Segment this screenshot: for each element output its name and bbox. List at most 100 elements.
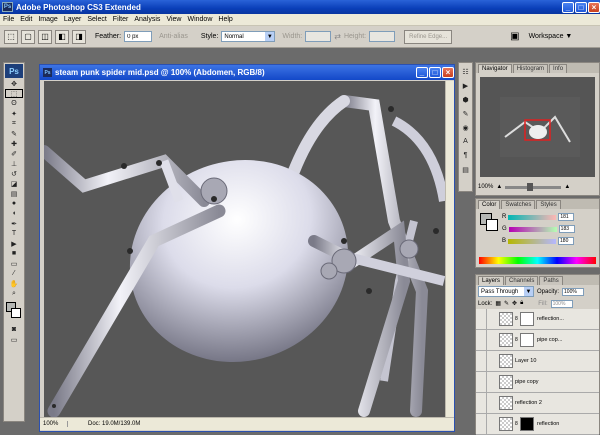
notes-tool-icon[interactable]: ▭ <box>5 259 23 268</box>
menu-help[interactable]: Help <box>215 16 235 23</box>
brush-tool-icon[interactable]: ✐ <box>5 149 23 158</box>
vertical-scrollbar[interactable] <box>445 81 454 417</box>
zoom-out-icon[interactable]: ▲ <box>496 184 502 190</box>
marquee-tool-preset-button[interactable]: ⬚ <box>4 29 18 44</box>
lock-position-icon[interactable]: ✥ <box>512 300 517 307</box>
layer-mask-thumbnail[interactable] <box>520 417 534 431</box>
move-tool-icon[interactable]: ✥ <box>5 79 23 88</box>
layer-row[interactable]: pipe copy <box>476 371 599 393</box>
layer-row[interactable]: reflection 2 <box>476 392 599 414</box>
g-value[interactable]: 183 <box>558 225 575 233</box>
antialias-checkbox[interactable]: Anti-alias <box>159 33 188 40</box>
menu-edit[interactable]: Edit <box>17 16 35 23</box>
layer-mask-thumbnail[interactable] <box>520 312 534 326</box>
paragraph-panel-icon[interactable]: ¶ <box>460 150 471 161</box>
color-swatches[interactable] <box>4 302 24 324</box>
r-value[interactable]: 181 <box>558 213 575 221</box>
marquee-tool-icon[interactable]: ⬚ <box>5 89 23 98</box>
app-title-bar[interactable]: Ps Adobe Photoshop CS3 Extended _ □ × <box>0 0 600 14</box>
new-selection-icon[interactable]: ▢ <box>21 29 35 44</box>
minimize-button[interactable]: _ <box>562 1 574 13</box>
workspace-button[interactable]: Workspace ▼ <box>529 33 573 40</box>
maximize-button[interactable]: □ <box>575 1 587 13</box>
layer-name[interactable]: pipe copy <box>515 379 539 385</box>
magic-wand-tool-icon[interactable]: ✦ <box>5 109 23 118</box>
layer-row[interactable]: 8 reflection... <box>476 309 599 330</box>
tab-navigator[interactable]: Navigator <box>478 64 512 73</box>
type-tool-icon[interactable]: T <box>5 229 23 238</box>
menu-file[interactable]: File <box>0 16 17 23</box>
document-canvas[interactable] <box>44 81 445 417</box>
navigator-zoom-slider[interactable] <box>505 182 562 191</box>
layer-comps-icon[interactable]: ▤ <box>460 164 471 175</box>
layer-visibility-icon[interactable] <box>476 329 487 351</box>
slice-tool-icon[interactable]: ✎ <box>5 129 23 138</box>
background-color-swatch[interactable] <box>11 308 21 318</box>
color-spectrum-ramp[interactable] <box>479 257 596 264</box>
r-slider[interactable] <box>508 214 557 220</box>
screen-mode-icon[interactable]: ▭ <box>5 335 23 344</box>
doc-minimize-button[interactable]: _ <box>416 67 428 78</box>
clone-stamp-tool-icon[interactable]: ⊥ <box>5 159 23 168</box>
b-slider[interactable] <box>508 238 557 244</box>
navigator-zoom-value[interactable]: 100% <box>478 184 493 190</box>
tab-color[interactable]: Color <box>478 200 501 209</box>
layer-name[interactable]: pipe cop... <box>537 337 562 343</box>
menu-select[interactable]: Select <box>84 16 109 23</box>
tab-styles[interactable]: Styles <box>536 200 561 209</box>
zoom-tool-icon[interactable]: ⌕ <box>5 289 23 298</box>
zoom-in-icon[interactable]: ▲ <box>564 184 570 190</box>
doc-maximize-button[interactable]: □ <box>429 67 441 78</box>
menu-filter[interactable]: Filter <box>110 16 132 23</box>
feather-input[interactable] <box>124 31 153 42</box>
layer-name[interactable]: Layer 10 <box>515 358 536 364</box>
opacity-input[interactable]: 100% <box>562 287 585 296</box>
layer-visibility-icon[interactable] <box>476 309 487 330</box>
gradient-tool-icon[interactable]: ▤ <box>5 189 23 198</box>
navigator-preview[interactable] <box>480 77 595 177</box>
history-panel-icon[interactable]: ☷ <box>460 66 471 77</box>
layer-row[interactable]: 8 pipe cop... <box>476 329 599 351</box>
tool-presets-icon[interactable]: ⬢ <box>460 94 471 105</box>
layer-row[interactable]: Layer 10 <box>476 350 599 372</box>
menu-image[interactable]: Image <box>35 16 60 23</box>
blur-tool-icon[interactable]: ● <box>5 199 23 208</box>
tab-histogram[interactable]: Histogram <box>512 64 549 73</box>
style-select[interactable]: Normal ▼ <box>221 31 276 42</box>
layer-visibility-icon[interactable] <box>476 413 487 435</box>
close-button[interactable]: × <box>588 1 600 13</box>
clone-source-icon[interactable]: ◉ <box>460 122 471 133</box>
dodge-tool-icon[interactable]: ◖ <box>5 209 23 218</box>
actions-panel-icon[interactable]: ▶ <box>460 80 471 91</box>
brushes-palette-icon[interactable]: ▣ <box>510 31 519 42</box>
tab-layers[interactable]: Layers <box>478 276 505 285</box>
swap-icon[interactable]: ⇄ <box>334 32 341 41</box>
layer-name[interactable]: reflection 2 <box>515 400 542 406</box>
lock-transparent-icon[interactable]: ▦ <box>495 300 501 307</box>
height-input[interactable] <box>369 31 396 42</box>
pen-tool-icon[interactable]: ✒ <box>5 219 23 228</box>
lock-all-icon[interactable]: 🔒︎ <box>520 300 523 307</box>
doc-zoom-level[interactable]: 100% <box>40 421 68 427</box>
doc-close-button[interactable]: × <box>442 67 454 78</box>
layer-name[interactable]: reflection <box>537 421 559 427</box>
character-panel-icon[interactable]: A <box>460 136 471 147</box>
shape-tool-icon[interactable]: ■ <box>5 249 23 258</box>
layer-visibility-icon[interactable] <box>476 371 487 393</box>
history-brush-tool-icon[interactable]: ↺ <box>5 169 23 178</box>
fill-input[interactable]: 100% <box>550 299 573 308</box>
layer-visibility-icon[interactable] <box>476 350 487 372</box>
eraser-tool-icon[interactable]: ◪ <box>5 179 23 188</box>
healing-brush-tool-icon[interactable]: ✚ <box>5 139 23 148</box>
layer-row[interactable]: 8 reflection <box>476 413 599 435</box>
menu-analysis[interactable]: Analysis <box>131 16 163 23</box>
quick-mask-icon[interactable]: ◙ <box>5 325 23 334</box>
tab-paths[interactable]: Paths <box>539 276 563 285</box>
lasso-tool-icon[interactable]: ʘ <box>5 99 23 108</box>
color-background-swatch[interactable] <box>486 219 498 231</box>
menu-window[interactable]: Window <box>184 16 215 23</box>
menu-view[interactable]: View <box>163 16 184 23</box>
tab-channels[interactable]: Channels <box>505 276 539 285</box>
path-selection-tool-icon[interactable]: ▶ <box>5 239 23 248</box>
g-slider[interactable] <box>508 226 557 232</box>
